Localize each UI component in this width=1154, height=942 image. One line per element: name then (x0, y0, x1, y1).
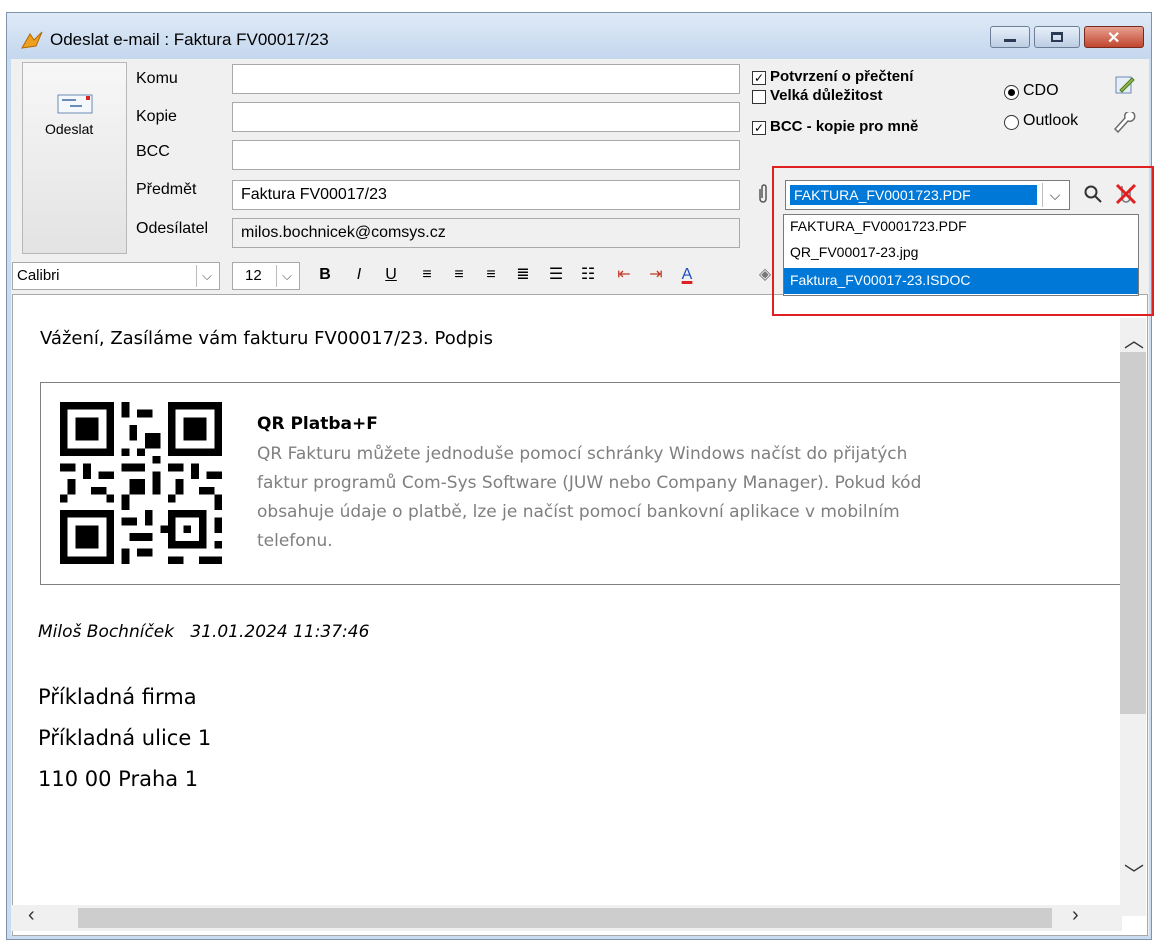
cc-field[interactable] (232, 102, 740, 132)
qr-line-1: QR Fakturu můžete jednoduše pomocí schrá… (257, 444, 908, 464)
align-justify-icon[interactable]: ≣ (512, 262, 534, 288)
high-importance-checkbox[interactable] (752, 90, 766, 104)
read-receipt-label: Potvrzení o přečtení (770, 68, 914, 85)
scroll-down-icon[interactable]: ﹀ (1124, 858, 1144, 887)
highlight-frame (772, 166, 1154, 316)
app-icon (21, 31, 43, 49)
qr-line-2: faktur programů Com-Sys Software (JUW ne… (257, 473, 922, 493)
bold-button[interactable]: B (314, 262, 336, 288)
qr-code-icon (60, 402, 222, 564)
window-title: Odeslat e-mail : Faktura FV00017/23 (50, 30, 329, 49)
send-button-label: Odeslat (45, 121, 94, 137)
close-button[interactable]: ✕ (1084, 26, 1144, 48)
cdo-radio[interactable] (1004, 85, 1019, 100)
size-select-value: 12 (245, 267, 262, 284)
subject-field[interactable]: Faktura FV00017/23 (232, 180, 740, 210)
address-line-2: Příkladná ulice 1 (38, 726, 212, 750)
font-select-value: Calibri (17, 267, 60, 284)
outlook-label: Outlook (1023, 112, 1079, 129)
maximize-button[interactable] (1034, 26, 1080, 48)
to-label: Komu (136, 70, 178, 87)
to-field[interactable] (232, 64, 740, 94)
scroll-up-icon[interactable]: ︿ (1124, 324, 1144, 353)
qr-line-3: obsahuje údaje o platbě, lze je načíst p… (257, 502, 900, 522)
edit-icon[interactable] (1114, 74, 1136, 96)
bcc-label: BCC (136, 143, 170, 160)
minimize-icon (1004, 39, 1016, 42)
horizontal-scroll-thumb[interactable] (78, 908, 1052, 928)
align-center-icon[interactable]: ≡ (448, 262, 470, 288)
font-chevron-down-icon: ⌵ (196, 265, 217, 287)
size-chevron-down-icon: ⌵ (276, 265, 297, 287)
bcc-field[interactable] (232, 140, 740, 170)
sender-field[interactable]: milos.bochnicek@comsys.cz (232, 218, 740, 248)
paperclip-icon (759, 184, 767, 203)
bcc-self-checkbox[interactable]: ✓ (752, 121, 766, 135)
read-receipt-checkbox[interactable]: ✓ (752, 71, 766, 85)
qr-title: QR Platba+F (257, 414, 378, 434)
send-button[interactable]: Odeslat (22, 62, 127, 254)
cc-label: Kopie (136, 108, 177, 125)
vertical-scroll-thumb[interactable] (1120, 352, 1146, 714)
font-color-icon[interactable]: A (676, 262, 698, 288)
italic-button[interactable]: I (348, 262, 370, 288)
envelope-icon (57, 94, 93, 114)
minimize-button[interactable] (990, 26, 1030, 48)
bcc-self-label: BCC - kopie pro mně (770, 118, 919, 135)
signature-text: Miloš Bochníček 31.01.2024 11:37:46 (38, 622, 370, 642)
greeting-text: Vážení, Zasíláme vám fakturu FV00017/23.… (40, 328, 493, 349)
bullet-list-icon[interactable]: ☰ (544, 262, 568, 288)
address-line-1: Příkladná firma (38, 685, 197, 709)
maximize-icon (1051, 32, 1063, 42)
scroll-right-icon[interactable]: › (1072, 904, 1079, 927)
outlook-radio[interactable] (1004, 115, 1019, 130)
align-right-icon[interactable]: ≡ (480, 262, 502, 288)
outdent-icon[interactable]: ⇤ (612, 262, 636, 288)
qr-line-4: telefonu. (257, 531, 333, 551)
subject-label: Předmět (136, 181, 197, 198)
address-line-3: 110 00 Praha 1 (38, 767, 199, 791)
size-select[interactable]: 12 ⌵ (232, 262, 300, 290)
scroll-left-icon[interactable]: ‹ (28, 904, 35, 927)
close-icon: ✕ (1107, 30, 1121, 47)
wrench-icon[interactable] (1114, 112, 1136, 136)
background-strip (0, 0, 1154, 10)
align-left-icon[interactable]: ≡ (416, 262, 438, 288)
sender-label: Odesílatel (136, 220, 209, 237)
underline-button[interactable]: U (380, 262, 402, 288)
numbered-list-icon[interactable]: ☷ (576, 262, 600, 288)
font-select[interactable]: Calibri ⌵ (12, 262, 220, 290)
high-importance-label: Velká důležitost (770, 87, 883, 104)
cdo-label: CDO (1023, 82, 1059, 99)
indent-icon[interactable]: ⇥ (644, 262, 668, 288)
